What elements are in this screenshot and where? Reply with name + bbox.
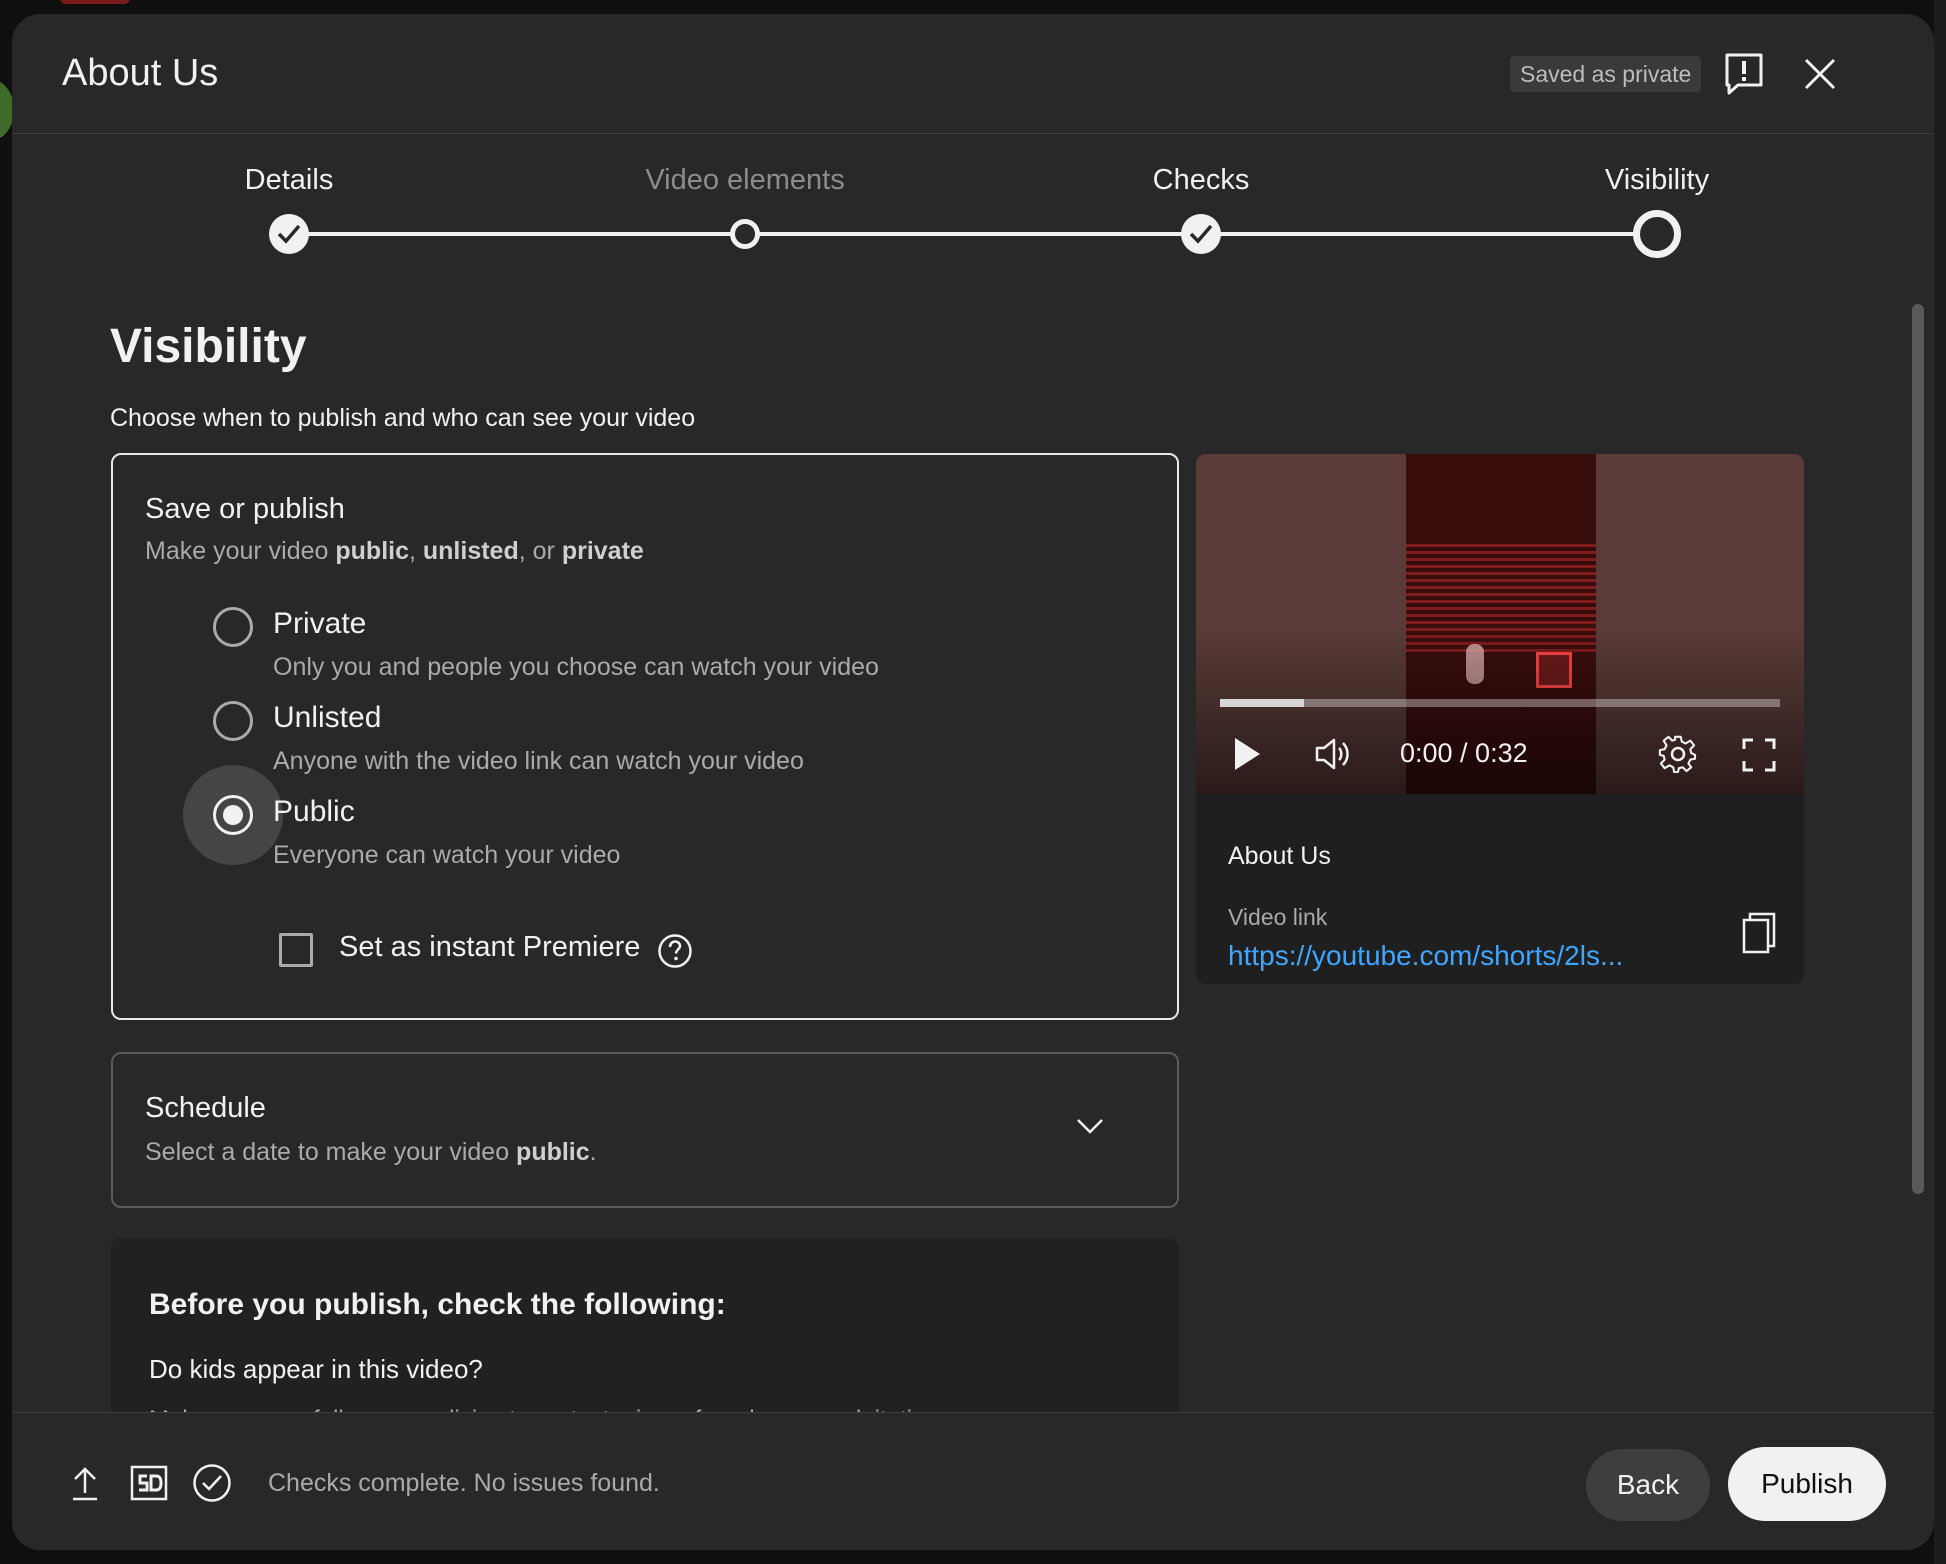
progress-stepper: Details Video elements Checks Visibility	[12, 134, 1934, 284]
kids-question: Do kids appear in this video?	[149, 1354, 483, 1384]
video-preview-card: 0:00 / 0:32 About Us Video link https://…	[1196, 454, 1804, 984]
checks-status: Checks complete. No issues found.	[268, 1469, 660, 1497]
unlisted-desc: Anyone with the video link can watch you…	[273, 747, 804, 775]
step-visibility-node[interactable]	[1633, 210, 1681, 258]
unlisted-radio[interactable]	[213, 701, 253, 741]
private-label[interactable]: Private	[273, 607, 366, 641]
feedback-icon[interactable]	[1724, 52, 1764, 96]
step-details-label[interactable]: Details	[245, 164, 334, 197]
video-link-label: Video link	[1228, 904, 1328, 930]
step-video-elements-label[interactable]: Video elements	[645, 164, 844, 197]
saved-status-badge: Saved as private	[1510, 56, 1702, 92]
chevron-down-icon[interactable]	[1075, 1116, 1105, 1136]
public-radio[interactable]	[213, 795, 253, 835]
step-checks-label[interactable]: Checks	[1153, 164, 1250, 197]
save-or-publish-card[interactable]: Save or publish Make your video public, …	[111, 453, 1179, 1020]
instant-premiere-label[interactable]: Set as instant Premiere	[339, 931, 640, 964]
save-or-publish-title: Save or publish	[145, 493, 345, 525]
gear-icon[interactable]	[1658, 734, 1698, 774]
copy-icon[interactable]	[1742, 912, 1776, 954]
step-visibility-label[interactable]: Visibility	[1605, 164, 1709, 197]
private-radio[interactable]	[213, 607, 253, 647]
check-icon	[1189, 224, 1213, 244]
close-icon[interactable]	[1800, 54, 1840, 94]
step-video-elements-node[interactable]	[730, 219, 760, 249]
dialog-header: About Us Saved as private	[12, 14, 1934, 134]
video-progress-buffered	[1220, 699, 1304, 707]
schedule-desc: Select a date to make your video public.	[145, 1138, 597, 1166]
volume-icon[interactable]	[1314, 736, 1354, 772]
help-icon[interactable]	[657, 933, 693, 969]
instant-premiere-checkbox[interactable]	[279, 933, 313, 967]
dialog-title: About Us	[62, 52, 219, 94]
public-desc: Everyone can watch your video	[273, 841, 621, 869]
upload-dialog: About Us Saved as private Details Video …	[12, 14, 1934, 1550]
before-publish-title: Before you publish, check the following:	[149, 1288, 726, 1321]
stepper-line	[300, 232, 1672, 236]
video-progress-bar[interactable]	[1220, 699, 1780, 707]
upload-icon	[73, 1467, 97, 1501]
section-title: Visibility	[110, 320, 307, 373]
step-checks-node[interactable]	[1181, 214, 1221, 254]
check-circle-icon	[193, 1464, 231, 1502]
publish-button[interactable]: Publish	[1728, 1447, 1886, 1521]
check-icon	[277, 224, 301, 244]
content-scrollbar[interactable]	[1912, 304, 1924, 1194]
video-time: 0:00 / 0:32	[1400, 738, 1528, 768]
save-or-publish-desc: Make your video public, unlisted, or pri…	[145, 537, 644, 565]
private-desc: Only you and people you choose can watch…	[273, 653, 879, 681]
dialog-footer: Checks complete. No issues found. Back P…	[12, 1412, 1934, 1550]
background-edge	[1934, 0, 1946, 1564]
video-link[interactable]: https://youtube.com/shorts/2ls...	[1228, 940, 1623, 972]
schedule-title: Schedule	[145, 1092, 266, 1124]
unlisted-label[interactable]: Unlisted	[273, 701, 381, 735]
fullscreen-icon[interactable]	[1742, 738, 1776, 772]
background-header	[60, 0, 130, 4]
play-icon[interactable]	[1232, 736, 1262, 772]
video-player[interactable]: 0:00 / 0:32	[1196, 454, 1804, 794]
preview-video-title: About Us	[1228, 842, 1331, 870]
step-details-node[interactable]	[269, 214, 309, 254]
sd-icon	[130, 1465, 168, 1501]
public-label[interactable]: Public	[273, 795, 355, 829]
schedule-card[interactable]: Schedule Select a date to make your vide…	[111, 1052, 1179, 1208]
section-subtitle: Choose when to publish and who can see y…	[110, 404, 696, 432]
back-button[interactable]: Back	[1586, 1449, 1710, 1521]
